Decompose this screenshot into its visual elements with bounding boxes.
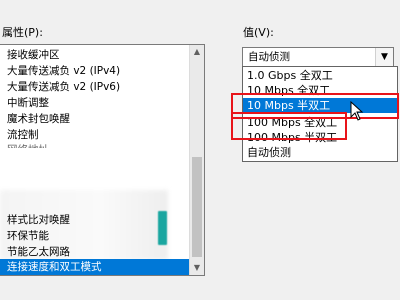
- list-item[interactable]: 中断调整: [0, 95, 190, 111]
- value-label: 值(V):: [243, 26, 274, 39]
- dropdown-option[interactable]: 100 Mbps 全双工: [243, 115, 397, 130]
- list-item[interactable]: 魔术封包唤醒: [0, 111, 190, 127]
- dropdown-option-highlighted[interactable]: 10 Mbps 半双工: [243, 98, 397, 113]
- dropdown-option[interactable]: 1.0 Gbps 全双工: [243, 68, 397, 83]
- list-item[interactable]: 节能乙太网路: [0, 244, 190, 260]
- scroll-down-icon[interactable]: ▼: [190, 261, 204, 275]
- chevron-down-icon[interactable]: ▼: [375, 48, 393, 66]
- mouse-cursor-icon: [350, 101, 364, 121]
- value-combobox[interactable]: 自动侦测 ▼: [242, 47, 394, 67]
- scrollbar-thumb[interactable]: [192, 157, 202, 257]
- vertical-scrollbar[interactable]: ▲ ▼: [189, 45, 204, 275]
- scroll-up-icon[interactable]: ▲: [190, 45, 204, 59]
- list-item[interactable]: 大量传送减负 v2 (IPv4): [0, 63, 190, 79]
- combobox-selected-value: 自动侦测: [248, 51, 290, 63]
- list-item[interactable]: 接收缓冲区: [0, 47, 190, 63]
- dropdown-option[interactable]: 自动侦测: [243, 145, 397, 160]
- properties-listbox[interactable]: 接收缓冲区 大量传送减负 v2 (IPv4) 大量传送减负 v2 (IPv6) …: [0, 44, 205, 276]
- dropdown-option[interactable]: 100 Mbps 半双工: [243, 130, 397, 145]
- list-item[interactable]: 大量传送减负 v2 (IPv6): [0, 79, 190, 95]
- dropdown-option[interactable]: 10 Mbps 全双工: [243, 83, 397, 98]
- list-item[interactable]: 流控制: [0, 127, 190, 143]
- list-item[interactable]: 样式比对唤醒: [0, 212, 190, 228]
- list-item[interactable]: 环保节能: [0, 228, 190, 244]
- list-item-selected[interactable]: 连接速度和双工模式: [0, 259, 190, 275]
- list-item[interactable]: 网络地址: [0, 142, 190, 148]
- properties-label: 属性(P):: [2, 26, 43, 39]
- value-dropdown-list[interactable]: 1.0 Gbps 全双工 10 Mbps 全双工 10 Mbps 半双工 100…: [242, 66, 398, 162]
